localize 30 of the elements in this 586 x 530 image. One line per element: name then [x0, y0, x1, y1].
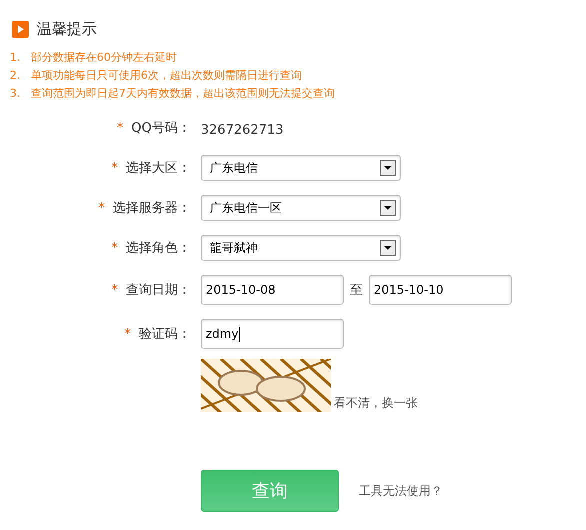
date-field[interactable]: 2015-10-10 [369, 275, 512, 305]
required-mark: * [98, 200, 105, 216]
notice-text: 部分数据存在60分钟左右延时 [31, 50, 177, 65]
field-label: 查询日期： [126, 282, 191, 299]
section-title: 温馨提示 [37, 20, 97, 39]
notice-text: 查询范围为即日起7天内有效数据，超出该范围则无法提交查询 [31, 86, 335, 101]
notice-text: 单项功能每日只可使用6次，超出次数则需隔日进行查询 [31, 68, 302, 83]
list-number: 2. [10, 68, 22, 83]
qq-number: 3267262713 [201, 122, 284, 138]
range-separator: 至 [350, 282, 363, 299]
dropdown-field[interactable]: 广东电信 [201, 155, 401, 181]
field-label: 选择服务器： [113, 200, 191, 217]
dropdown-field[interactable]: 龍哥弑神 [201, 235, 401, 261]
field-label: QQ号码： [132, 120, 191, 137]
help-link[interactable]: 工具无法使用？ [359, 482, 443, 500]
refresh-captcha-link[interactable]: 看不清，换一张 [334, 395, 418, 412]
play-icon [12, 21, 29, 38]
field-label: 选择大区： [126, 160, 191, 177]
list-number: 1. [10, 50, 22, 65]
field-label: 验证码： [139, 326, 191, 343]
required-mark: * [112, 240, 118, 256]
required-mark: * [117, 120, 124, 136]
date-field[interactable]: 2015-10-08 [201, 275, 344, 305]
captcha-field[interactable]: zdmy [201, 319, 344, 349]
required-mark: * [112, 282, 118, 298]
list-number: 3. [10, 86, 22, 101]
dropdown-field[interactable]: 广东电信一区 [201, 195, 401, 221]
field-label: 选择角色： [126, 240, 191, 257]
required-mark: * [112, 160, 118, 176]
required-mark: * [124, 326, 131, 342]
